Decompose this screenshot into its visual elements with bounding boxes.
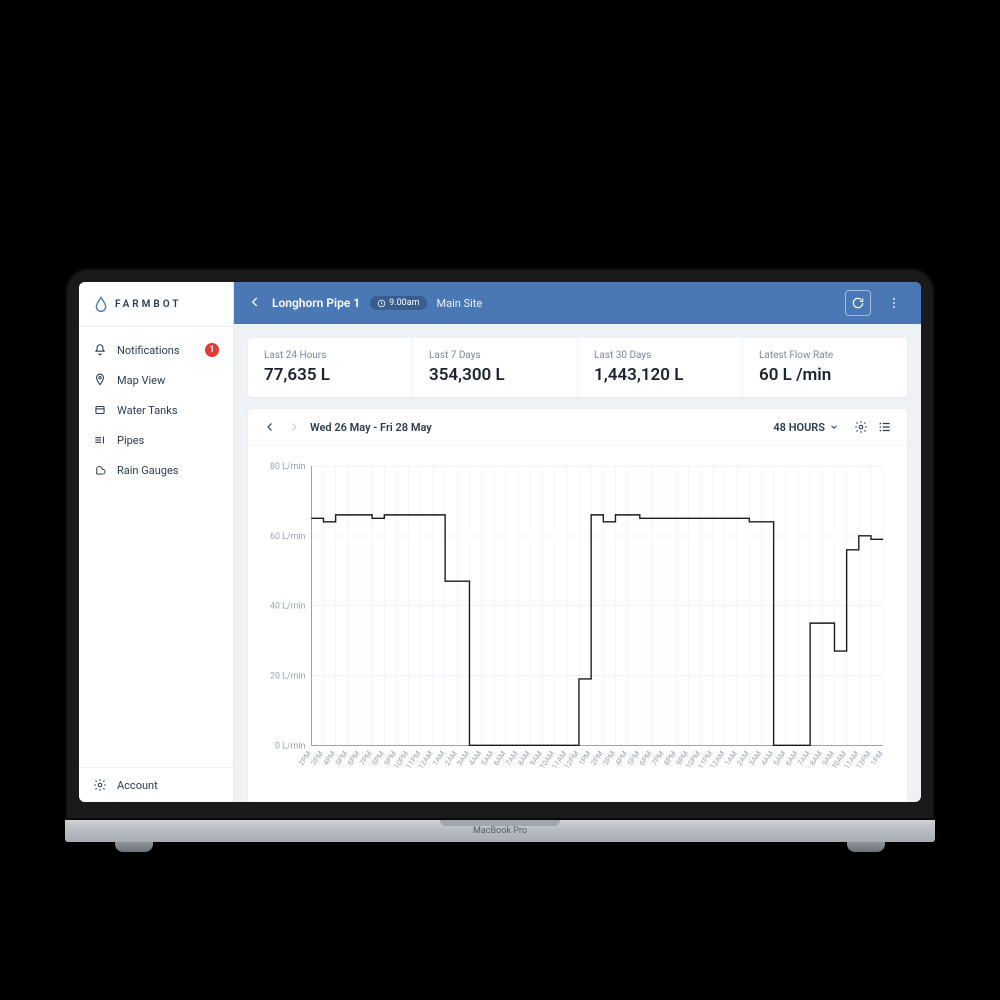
tank-icon bbox=[93, 403, 107, 417]
sidebar-item-account[interactable]: Account bbox=[79, 767, 233, 802]
sidebar-item-label: Pipes bbox=[117, 434, 144, 447]
chevron-right-icon bbox=[288, 421, 300, 433]
chart-date-range: Wed 26 May - Fri 28 May bbox=[310, 421, 432, 434]
chart-settings-button[interactable] bbox=[853, 419, 869, 435]
list-icon bbox=[878, 420, 892, 434]
back-button[interactable] bbox=[248, 295, 262, 312]
chart-body: 0 L/min20 L/min40 L/min60 L/min80 L/min2… bbox=[248, 446, 907, 802]
chart-list-button[interactable] bbox=[877, 419, 893, 435]
svg-text:80 L/min: 80 L/min bbox=[270, 462, 305, 472]
sidebar-item-pipes[interactable]: Pipes bbox=[79, 425, 233, 455]
laptop-base: MacBook Pro bbox=[65, 820, 935, 842]
pipe-icon bbox=[93, 433, 107, 447]
svg-text:0 L/min: 0 L/min bbox=[275, 741, 305, 751]
brand-logo: FARMBOT bbox=[79, 282, 233, 327]
notifications-badge: 1 bbox=[205, 343, 219, 357]
sidebar-item-label: Map View bbox=[117, 374, 165, 387]
sidebar-item-rain-gauges[interactable]: Rain Gauges bbox=[79, 455, 233, 485]
sidebar-item-label: Notifications bbox=[117, 344, 180, 357]
stat-label: Last 7 Days bbox=[429, 350, 561, 361]
chart-next-button[interactable] bbox=[286, 419, 302, 435]
chart-range-label: 48 HOURS bbox=[773, 421, 825, 434]
chart-toolbar: Wed 26 May - Fri 28 May 48 HOURS bbox=[248, 409, 907, 446]
sidebar-item-label: Water Tanks bbox=[117, 404, 178, 417]
stat-value: 60 L /min bbox=[759, 365, 891, 385]
svg-text:40 L/min: 40 L/min bbox=[270, 602, 305, 612]
page-header: Longhorn Pipe 1 9.00am Main Site bbox=[234, 282, 921, 324]
map-pin-icon bbox=[93, 373, 107, 387]
time-chip: 9.00am bbox=[370, 296, 426, 310]
stat-last-7d: Last 7 Days 354,300 L bbox=[413, 338, 578, 397]
refresh-button[interactable] bbox=[845, 290, 871, 316]
stat-label: Last 24 Hours bbox=[264, 350, 396, 361]
sidebar-footer-label: Account bbox=[117, 779, 158, 792]
stat-value: 354,300 L bbox=[429, 365, 561, 385]
svg-text:1PM: 1PM bbox=[869, 749, 885, 767]
page-title: Longhorn Pipe 1 bbox=[272, 296, 360, 310]
sidebar-item-label: Rain Gauges bbox=[117, 464, 178, 477]
stat-latest-flow: Latest Flow Rate 60 L /min bbox=[743, 338, 907, 397]
bell-icon bbox=[93, 343, 107, 357]
chevron-left-icon bbox=[248, 295, 262, 309]
sidebar-nav: Notifications 1 Map View Water Tanks Pip… bbox=[79, 327, 233, 767]
gear-icon bbox=[93, 778, 107, 792]
stat-last-24h: Last 24 Hours 77,635 L bbox=[248, 338, 413, 397]
stat-last-30d: Last 30 Days 1,443,120 L bbox=[578, 338, 743, 397]
time-chip-label: 9.00am bbox=[389, 298, 419, 308]
chart-card: Wed 26 May - Fri 28 May 48 HOURS bbox=[248, 409, 907, 802]
sidebar: FARMBOT Notifications 1 Map View Water T bbox=[79, 282, 234, 802]
overflow-menu-button[interactable] bbox=[881, 290, 907, 316]
caret-down-icon bbox=[829, 422, 839, 432]
droplet-icon bbox=[93, 296, 109, 312]
refresh-icon bbox=[851, 296, 865, 310]
rain-icon bbox=[93, 463, 107, 477]
clock-icon bbox=[377, 299, 386, 308]
chevron-left-icon bbox=[264, 421, 276, 433]
sidebar-item-water-tanks[interactable]: Water Tanks bbox=[79, 395, 233, 425]
stats-row: Last 24 Hours 77,635 L Last 7 Days 354,3… bbox=[248, 338, 907, 397]
device-label: MacBook Pro bbox=[473, 826, 527, 836]
brand-text: FARMBOT bbox=[115, 299, 182, 310]
site-link[interactable]: Main Site bbox=[437, 297, 483, 310]
stat-label: Last 30 Days bbox=[594, 350, 726, 361]
stat-value: 1,443,120 L bbox=[594, 365, 726, 385]
stat-label: Latest Flow Rate bbox=[759, 350, 891, 361]
chart-range-select[interactable]: 48 HOURS bbox=[773, 421, 839, 434]
flow-chart: 0 L/min20 L/min40 L/min60 L/min80 L/min2… bbox=[262, 456, 893, 795]
gear-icon bbox=[854, 420, 868, 434]
sidebar-item-map-view[interactable]: Map View bbox=[79, 365, 233, 395]
svg-text:60 L/min: 60 L/min bbox=[270, 532, 305, 542]
stat-value: 77,635 L bbox=[264, 365, 396, 385]
more-vertical-icon bbox=[887, 296, 901, 310]
main: Longhorn Pipe 1 9.00am Main Site bbox=[234, 282, 921, 802]
svg-text:20 L/min: 20 L/min bbox=[270, 671, 305, 681]
sidebar-item-notifications[interactable]: Notifications 1 bbox=[79, 335, 233, 365]
chart-prev-button[interactable] bbox=[262, 419, 278, 435]
